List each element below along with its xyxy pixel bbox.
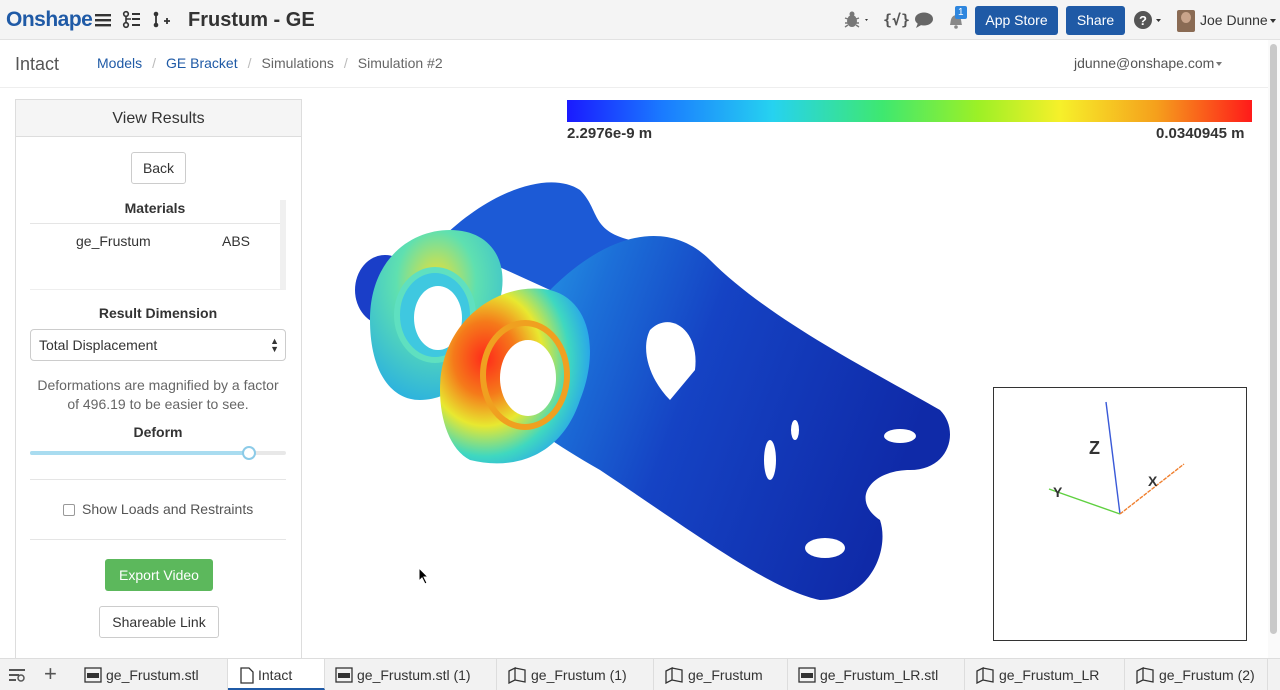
workspace-name: Intact xyxy=(15,54,60,74)
part-studio-icon xyxy=(976,666,994,684)
vertical-scrollbar[interactable] xyxy=(1268,40,1280,660)
deform-slider[interactable] xyxy=(30,446,286,460)
tab-ge-frustum-1[interactable]: ge_Frustum (1) xyxy=(497,659,654,690)
breadcrumb-simulations[interactable]: Simulations xyxy=(262,55,334,71)
chevron-down-icon xyxy=(1269,19,1276,24)
document-icon xyxy=(240,667,254,684)
svg-text:?: ? xyxy=(1139,13,1147,28)
tab-label: ge_Frustum_LR xyxy=(999,666,1100,683)
bug-icon[interactable] xyxy=(843,10,871,30)
x-axis-label: X xyxy=(1148,473,1158,489)
breadcrumb-models[interactable]: Models xyxy=(97,55,142,71)
show-loads-checkbox[interactable] xyxy=(63,504,75,516)
part-studio-icon xyxy=(508,666,526,684)
breadcrumb-simulation-2: Simulation #2 xyxy=(357,55,443,71)
tab-ge-frustum-stl-1[interactable]: ge_Frustum.stl (1) xyxy=(325,659,497,690)
tab-bar: + ge_Frustum.stl Intact ge_Frustum.stl (… xyxy=(0,658,1280,690)
deformation-note: Deformations are magnified by a factor o… xyxy=(37,377,279,412)
code-icon[interactable]: {√} xyxy=(883,10,910,30)
help-icon[interactable]: ? xyxy=(1133,10,1165,30)
breadcrumb: Models / GE Bracket / Simulations / Simulation… xyxy=(97,55,443,71)
export-video-button[interactable]: Export Video xyxy=(105,559,213,591)
scale-max-label: 0.0340945 m xyxy=(1156,125,1245,142)
share-button[interactable]: Share xyxy=(1066,6,1125,35)
scrollbar-thumb[interactable] xyxy=(1270,44,1277,634)
account-menu[interactable]: jdunne@onshape.com xyxy=(1074,55,1223,71)
menu-icon[interactable] xyxy=(94,10,114,30)
axis-triad-graphic xyxy=(1048,401,1185,515)
tab-label: ge_Frustum_LR.stl xyxy=(820,666,939,683)
breadcrumb-bar: Intact Models / GE Bracket / Simulations / Sim… xyxy=(0,40,1268,88)
tab-intact[interactable]: Intact xyxy=(228,659,325,690)
branch-icon[interactable] xyxy=(151,10,171,30)
part-studio-icon xyxy=(665,666,683,684)
y-axis-label: Y xyxy=(1053,484,1063,500)
scale-min-label: 2.2976e-9 m xyxy=(567,125,653,142)
materials-table: Materials ge_Frustum ABS xyxy=(30,200,286,290)
stl-icon xyxy=(84,667,102,683)
stl-icon xyxy=(335,667,353,683)
tab-label: Intact xyxy=(258,666,293,683)
user-name: Joe Dunne xyxy=(1200,12,1268,28)
divider xyxy=(30,539,286,540)
onshape-logo[interactable]: Onshape xyxy=(6,8,93,32)
tab-ge-frustum-2[interactable]: ge_Frustum (2) xyxy=(1125,659,1268,690)
displacement-color-scale xyxy=(567,100,1252,122)
stl-icon xyxy=(798,667,816,683)
mouse-cursor-icon xyxy=(418,567,430,585)
z-axis-label: Z xyxy=(1089,438,1100,458)
deform-slider-thumb[interactable] xyxy=(241,446,256,460)
materials-title: Materials xyxy=(30,200,280,224)
panel-title: View Results xyxy=(16,100,301,137)
user-menu[interactable]: Joe Dunne xyxy=(1200,12,1276,28)
divider xyxy=(30,479,286,480)
document-title[interactable]: Frustum - GE xyxy=(188,9,315,32)
material-part: ge_Frustum xyxy=(76,233,151,249)
shareable-link-button[interactable]: Shareable Link xyxy=(99,606,219,638)
material-name: ABS xyxy=(222,233,251,249)
account-email: jdunne@onshape.com xyxy=(1074,55,1215,71)
tab-label: ge_Frustum.stl xyxy=(106,666,199,683)
show-loads-label[interactable]: Show Loads and Restraints xyxy=(82,501,253,517)
chevron-down-icon xyxy=(1216,62,1223,67)
tab-ge-frustum-lr[interactable]: ge_Frustum_LR xyxy=(965,659,1125,690)
result-dimension-label: Result Dimension xyxy=(98,305,218,321)
top-toolbar: Onshape Frustum - GE {√} 1 App Store Sha… xyxy=(0,0,1280,40)
material-row: ge_Frustum ABS xyxy=(30,224,280,258)
view-triad[interactable]: Z Y X xyxy=(993,387,1247,641)
view-results-panel: View Results Back Materials ge_Frustum A… xyxy=(15,99,302,664)
tab-list-icon[interactable] xyxy=(8,667,26,683)
result-dimension-select[interactable]: Total Displacement ▲ ▼ xyxy=(30,329,286,361)
tab-ge-frustum-lr-stl[interactable]: ge_Frustum_LR.stl xyxy=(788,659,965,690)
back-button[interactable]: Back xyxy=(131,152,186,184)
add-tab-icon[interactable]: + xyxy=(44,661,57,687)
notification-badge: 1 xyxy=(955,6,967,19)
select-arrows-icon: ▲ ▼ xyxy=(270,336,279,354)
tab-ge-frustum[interactable]: ge_Frustum xyxy=(654,659,788,690)
chat-icon[interactable] xyxy=(914,10,934,30)
part-studio-icon xyxy=(1136,666,1154,684)
versions-icon[interactable] xyxy=(122,10,142,30)
bracket-model[interactable] xyxy=(350,170,960,610)
tab-label: ge_Frustum (2) xyxy=(1159,666,1255,683)
app-store-button[interactable]: App Store xyxy=(975,6,1058,35)
result-dimension-value: Total Displacement xyxy=(39,337,158,353)
tab-label: ge_Frustum (1) xyxy=(531,666,627,683)
deform-label: Deform xyxy=(133,424,183,440)
breadcrumb-ge-bracket[interactable]: GE Bracket xyxy=(166,55,238,71)
deform-slider-fill xyxy=(30,451,249,455)
user-avatar[interactable] xyxy=(1177,10,1195,32)
tab-label: ge_Frustum.stl (1) xyxy=(357,666,471,683)
tab-ge-frustum-stl[interactable]: ge_Frustum.stl xyxy=(78,659,228,690)
tab-label: ge_Frustum xyxy=(688,666,763,683)
